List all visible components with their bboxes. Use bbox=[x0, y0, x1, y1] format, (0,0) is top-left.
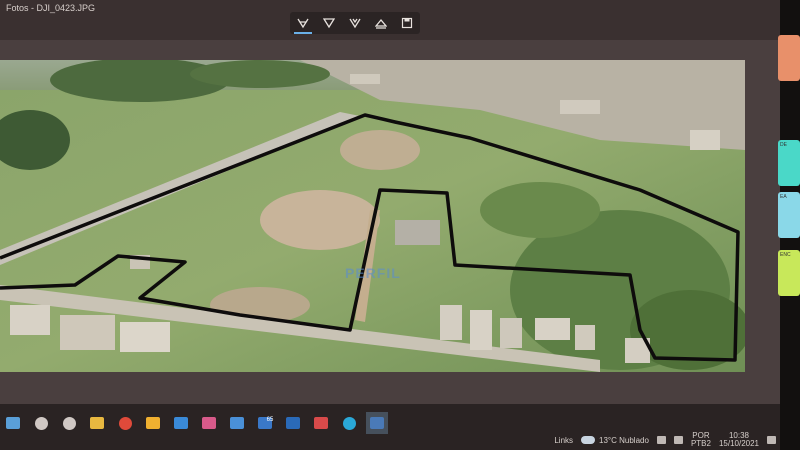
edge-icon[interactable] bbox=[338, 412, 360, 434]
sticky-note bbox=[778, 35, 800, 81]
taskbar: 65 Links 13°C Nublado POR PTB2 10:38 15/… bbox=[0, 404, 780, 450]
photo-watermark: PERFIL bbox=[345, 265, 401, 281]
draw-tool-2-icon[interactable] bbox=[318, 14, 340, 32]
links-toolbar[interactable]: Links bbox=[554, 436, 573, 445]
mail-icon[interactable]: 65 bbox=[254, 412, 276, 434]
language-bottom: PTB2 bbox=[690, 439, 711, 448]
clock-date: 15/10/2021 bbox=[718, 439, 759, 448]
windows-start-icon[interactable] bbox=[2, 412, 24, 434]
draw-tool-1-icon[interactable] bbox=[292, 14, 314, 34]
title-bar: Fotos - DJI_0423.JPG bbox=[0, 0, 780, 40]
chrome-icon[interactable] bbox=[114, 412, 136, 434]
taskbar-app-icons: 65 bbox=[0, 412, 388, 434]
paint-icon[interactable] bbox=[198, 412, 220, 434]
annotation-toolbar bbox=[290, 12, 420, 34]
aerial-photo: PERFIL bbox=[0, 60, 745, 372]
notifications-icon[interactable] bbox=[767, 436, 776, 444]
volume-icon[interactable] bbox=[673, 436, 683, 444]
system-tray: Links 13°C Nublado POR PTB2 10:38 15/10/… bbox=[554, 431, 780, 449]
maps-icon[interactable] bbox=[310, 412, 332, 434]
cloud-icon bbox=[581, 436, 596, 444]
outlook-icon[interactable] bbox=[282, 412, 304, 434]
language-indicator[interactable]: POR PTB2 bbox=[691, 432, 711, 448]
sticky-note: ENC bbox=[778, 250, 800, 296]
weather-text: 13°C Nublado bbox=[599, 435, 649, 445]
chrome-alt-icon[interactable] bbox=[142, 412, 164, 434]
clock[interactable]: 10:38 15/10/2021 bbox=[719, 432, 759, 448]
task-view-icon[interactable] bbox=[58, 412, 80, 434]
weather-widget[interactable]: 13°C Nublado bbox=[581, 436, 649, 445]
network-icon[interactable] bbox=[656, 436, 666, 444]
monitor-screen: Fotos - DJI_0423.JPG PERFIL 65 Links 13°… bbox=[0, 0, 780, 450]
draw-tool-3-icon[interactable] bbox=[344, 14, 366, 32]
file-explorer-icon[interactable] bbox=[86, 412, 108, 434]
photos-app-icon[interactable] bbox=[170, 412, 192, 434]
aerial-photo-image bbox=[0, 60, 745, 372]
search-icon[interactable] bbox=[30, 412, 52, 434]
save-icon[interactable] bbox=[396, 14, 418, 32]
window-title: Fotos - DJI_0423.JPG bbox=[6, 3, 96, 13]
sticky-note: EA bbox=[778, 192, 800, 238]
eraser-icon[interactable] bbox=[370, 14, 392, 32]
sticky-note: DE bbox=[778, 140, 800, 186]
mail-badge: 65 bbox=[266, 417, 274, 423]
calendar-icon[interactable] bbox=[226, 412, 248, 434]
photo-viewer-icon[interactable] bbox=[366, 412, 388, 434]
